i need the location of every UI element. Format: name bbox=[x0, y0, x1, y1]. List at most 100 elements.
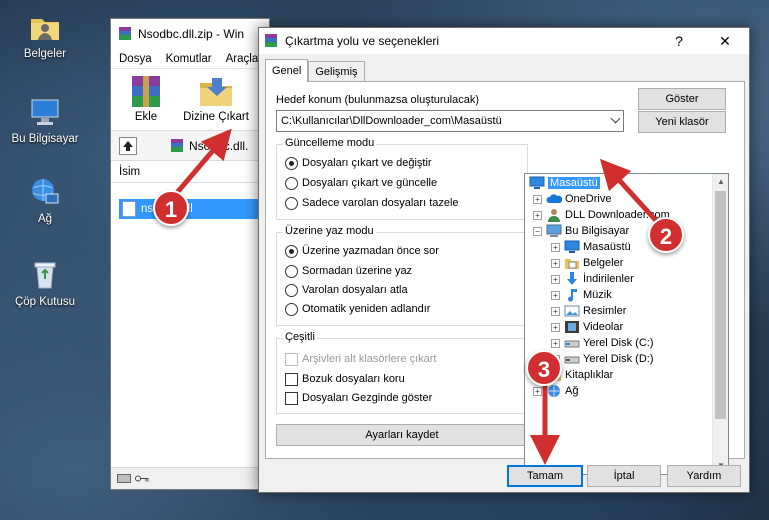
user-icon bbox=[546, 208, 562, 222]
tree-item-label: Ağ bbox=[565, 385, 579, 397]
show-button[interactable]: Göster bbox=[638, 88, 726, 110]
menu-item-commands[interactable]: Komutlar bbox=[166, 53, 212, 65]
file-list-row[interactable]: nsodbc.dll bbox=[119, 199, 259, 219]
destination-combobox[interactable]: C:\Kullanıcılar\DllDownloader_com\Masaüs… bbox=[276, 110, 624, 132]
tree-item-disk-d[interactable]: + Yerel Disk (D:) bbox=[551, 351, 654, 367]
expand-icon[interactable]: + bbox=[551, 306, 560, 316]
documents-icon bbox=[564, 256, 580, 270]
close-button[interactable]: ✕ bbox=[707, 28, 743, 54]
update-mode-group: Güncelleme modu Dosyaları çıkart ve deği… bbox=[276, 137, 528, 220]
expand-icon[interactable]: + bbox=[551, 274, 560, 284]
path-archive-icon bbox=[169, 138, 185, 154]
help-button[interactable]: Yardım bbox=[667, 465, 741, 487]
misc-option-subfolders: Arşivleri alt klasörlere çıkart bbox=[285, 351, 436, 367]
up-folder-icon[interactable] bbox=[119, 137, 137, 155]
winrar-window: Nsodbc.dll.zip - Win Dosya Komutlar Araç… bbox=[110, 18, 270, 490]
tab-general[interactable]: Genel bbox=[265, 59, 309, 82]
folder-tree[interactable]: Masaüstü + OneDrive + DLL Downloader.com… bbox=[524, 173, 729, 475]
update-option-extract-update[interactable]: Dosyaları çıkart ve güncelle bbox=[285, 175, 437, 191]
update-option-freshen[interactable]: Sadece varolan dosyaları tazele bbox=[285, 195, 459, 211]
desktop-icon bbox=[564, 240, 580, 254]
update-option-extract-replace[interactable]: Dosyaları çıkart ve değiştir bbox=[285, 155, 432, 171]
tree-item-videos[interactable]: + Videolar bbox=[551, 319, 623, 335]
checkbox[interactable] bbox=[285, 391, 298, 405]
desktop-icon-documents[interactable]: Belgeler bbox=[0, 10, 90, 60]
desktop-icon-recycle-bin[interactable]: Çöp Kutusu bbox=[0, 258, 90, 308]
option-label: Otomatik yeniden adlandır bbox=[302, 303, 431, 315]
overwrite-option-rename[interactable]: Otomatik yeniden adlandır bbox=[285, 301, 430, 317]
overwrite-option-ask[interactable]: Üzerine yazmadan önce sor bbox=[285, 243, 439, 259]
expand-icon[interactable]: + bbox=[533, 386, 542, 396]
path-text[interactable]: Nsodbc.dll. bbox=[189, 139, 248, 153]
radio-button[interactable] bbox=[285, 196, 298, 210]
chevron-down-icon[interactable] bbox=[610, 113, 621, 124]
option-label: Sormadan üzerine yaz bbox=[302, 265, 413, 277]
radio-button[interactable] bbox=[285, 244, 298, 258]
tree-item-user[interactable]: + DLL Downloader.com bbox=[533, 207, 670, 223]
tree-item-desktop-root[interactable]: Masaüstü bbox=[529, 175, 600, 191]
option-label: Varolan dosyaları atla bbox=[302, 284, 408, 296]
winrar-titlebar[interactable]: Nsodbc.dll.zip - Win bbox=[111, 19, 269, 49]
misc-option-show-in-explorer[interactable]: Dosyaları Gezginde göster bbox=[285, 390, 432, 406]
desktop-icon-computer[interactable]: Bu Bilgisayar bbox=[0, 95, 90, 145]
expand-icon[interactable]: + bbox=[551, 242, 560, 252]
misc-option-keep-broken[interactable]: Bozuk dosyaları koru bbox=[285, 371, 405, 387]
extract-to-button[interactable]: Dizine Çıkart bbox=[177, 73, 255, 123]
tree-item-onedrive[interactable]: + OneDrive bbox=[533, 191, 611, 207]
computer-icon bbox=[28, 95, 62, 129]
scroll-thumb[interactable] bbox=[715, 191, 726, 419]
tree-item-documents[interactable]: + Belgeler bbox=[551, 255, 623, 271]
tree-item-desktop[interactable]: + Masaüstü bbox=[551, 239, 631, 255]
cancel-button[interactable]: İptal bbox=[587, 465, 661, 487]
radio-button[interactable] bbox=[285, 283, 298, 297]
new-folder-button[interactable]: Yeni klasör bbox=[638, 111, 726, 133]
tab-advanced[interactable]: Gelişmiş bbox=[308, 61, 365, 81]
expand-icon[interactable]: + bbox=[551, 338, 560, 348]
winrar-title: Nsodbc.dll.zip - Win bbox=[138, 27, 245, 41]
expand-icon[interactable]: + bbox=[533, 210, 542, 220]
add-button[interactable]: Ekle bbox=[121, 73, 171, 123]
overwrite-option-skip[interactable]: Varolan dosyaları atla bbox=[285, 282, 408, 298]
desktop-icon-label: Çöp Kutusu bbox=[14, 296, 76, 308]
overwrite-option-without-prompt[interactable]: Sormadan üzerine yaz bbox=[285, 263, 412, 279]
checkbox[interactable] bbox=[285, 372, 298, 386]
onedrive-icon bbox=[546, 192, 563, 206]
desktop-icon-label: Bu Bilgisayar bbox=[11, 133, 79, 145]
collapse-icon[interactable]: − bbox=[533, 226, 542, 236]
expand-icon[interactable]: + bbox=[551, 258, 560, 268]
tree-item-label: Videolar bbox=[583, 321, 624, 333]
column-header-name[interactable]: İsim bbox=[111, 161, 269, 183]
misc-group: Çeşitli Arşivleri alt klasörlere çıkart … bbox=[276, 331, 528, 414]
menu-item-tools[interactable]: Araçla bbox=[226, 53, 259, 65]
option-label: Dosyaları çıkart ve değiştir bbox=[302, 157, 432, 169]
tree-item-music[interactable]: + Müzik bbox=[551, 287, 612, 303]
desktop-icon-network[interactable]: Ağ bbox=[0, 175, 90, 225]
tree-scrollbar[interactable]: ▲ ▼ bbox=[712, 174, 728, 474]
option-label: Bozuk dosyaları koru bbox=[302, 373, 405, 385]
expand-icon[interactable]: + bbox=[551, 322, 560, 332]
tree-item-disk-c[interactable]: + Yerel Disk (C:) bbox=[551, 335, 654, 351]
radio-button[interactable] bbox=[285, 176, 298, 190]
save-settings-button[interactable]: Ayarları kaydet bbox=[276, 424, 528, 446]
help-title-button[interactable]: ? bbox=[661, 28, 697, 54]
menu-item-file[interactable]: Dosya bbox=[119, 53, 152, 65]
dialog-titlebar[interactable]: Çıkartma yolu ve seçenekleri ? ✕ bbox=[259, 28, 749, 54]
ok-button[interactable]: Tamam bbox=[507, 465, 583, 487]
tree-item-this-pc[interactable]: − Bu Bilgisayar bbox=[533, 223, 629, 239]
winrar-menubar: Dosya Komutlar Araçla bbox=[111, 49, 269, 69]
expand-icon[interactable]: + bbox=[551, 290, 560, 300]
radio-button[interactable] bbox=[285, 302, 298, 316]
tree-item-pictures[interactable]: + Resimler bbox=[551, 303, 626, 319]
documents-folder-icon bbox=[28, 10, 62, 44]
desktop-icon bbox=[529, 176, 545, 190]
scroll-up-icon[interactable]: ▲ bbox=[713, 174, 728, 190]
checkbox bbox=[285, 352, 298, 366]
network-icon bbox=[28, 175, 62, 209]
tree-item-label: OneDrive bbox=[565, 193, 612, 205]
expand-icon[interactable]: + bbox=[533, 194, 542, 204]
radio-button[interactable] bbox=[285, 264, 298, 278]
network-icon bbox=[546, 384, 562, 398]
radio-button[interactable] bbox=[285, 156, 298, 170]
tree-item-downloads[interactable]: + İndirilenler bbox=[551, 271, 634, 287]
tree-item-label: Kitaplıklar bbox=[565, 369, 614, 381]
